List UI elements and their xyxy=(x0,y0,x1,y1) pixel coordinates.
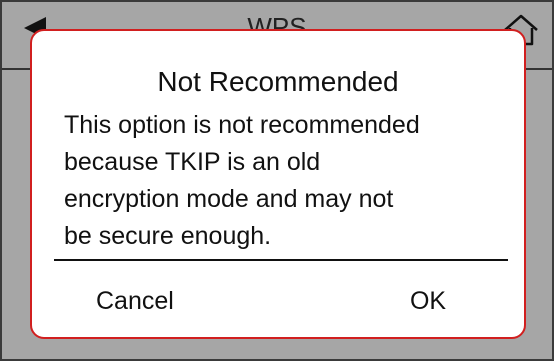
dialog-divider xyxy=(54,259,508,261)
dialog-title: Not Recommended xyxy=(157,66,399,97)
ok-button[interactable]: OK xyxy=(408,281,448,321)
dialog-message: This option is not recommended because T… xyxy=(64,111,420,250)
cancel-button[interactable]: Cancel xyxy=(96,281,188,321)
not-recommended-dialog: Not Recommended This option is not recom… xyxy=(30,29,526,339)
device-screen: WPS Not Recommended This option is not r… xyxy=(0,0,554,361)
